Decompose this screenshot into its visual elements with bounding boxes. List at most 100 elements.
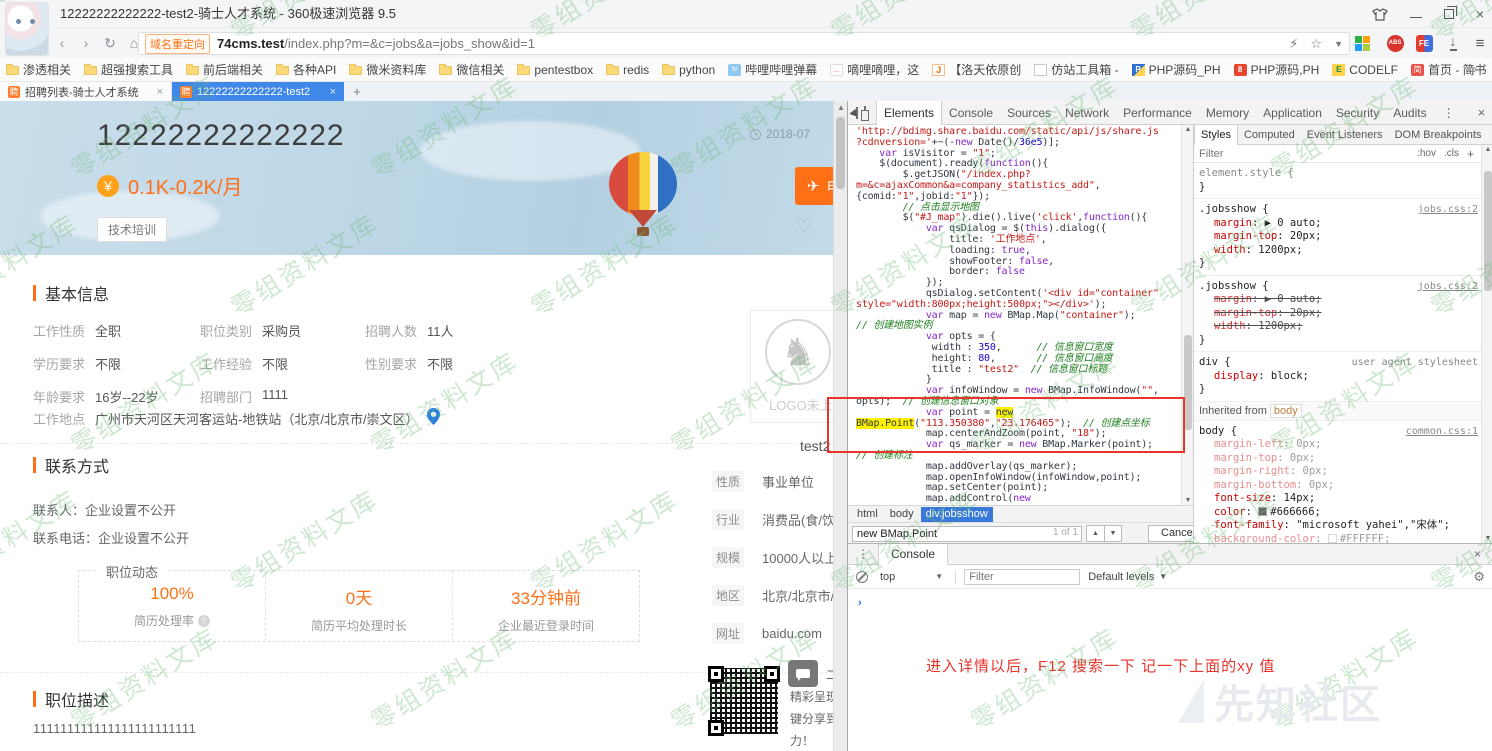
- bookmark-item[interactable]: python: [662, 63, 715, 77]
- inherited-from-node[interactable]: body: [1270, 404, 1302, 418]
- browser-tab-job-detail[interactable]: 聘 12222222222222-test2 ×: [172, 82, 344, 101]
- devtools-close-icon[interactable]: ×: [1478, 105, 1486, 120]
- css-property[interactable]: width: 1200px;: [1199, 320, 1478, 334]
- clear-console-icon[interactable]: [856, 571, 868, 583]
- console-menu-icon[interactable]: ⋮: [848, 547, 878, 561]
- apps-grid-icon[interactable]: [1352, 33, 1372, 53]
- styles-tab-dom-breakpoints[interactable]: DOM Breakpoints: [1389, 125, 1488, 145]
- console-close-icon[interactable]: ×: [1474, 547, 1492, 561]
- browser-tab-jobs-list[interactable]: 聘 招聘列表-骑士人才系统 ×: [0, 82, 172, 101]
- css-property[interactable]: font-size: 14px;: [1199, 492, 1478, 506]
- adblock-icon[interactable]: ABS: [1385, 33, 1405, 53]
- css-source-link[interactable]: common.css:1: [1406, 425, 1478, 439]
- fe-extension-icon[interactable]: FE: [1414, 33, 1434, 53]
- skin-shirt-icon[interactable]: [1372, 8, 1388, 21]
- wechat-share-icon[interactable]: [788, 660, 818, 687]
- styles-scrollbar[interactable]: ▲ ▼: [1481, 145, 1492, 543]
- domain-redirect-badge[interactable]: 域名重定向: [145, 34, 210, 54]
- minimize-button[interactable]: [1410, 17, 1422, 18]
- breadcrumb-item-html[interactable]: html: [852, 507, 883, 522]
- favorite-heart-icon[interactable]: ♡: [796, 216, 812, 237]
- css-property[interactable]: margin-right: 0px;: [1199, 465, 1478, 479]
- devtools-tab-performance[interactable]: Performance: [1116, 101, 1199, 125]
- css-property[interactable]: width: 1200px;: [1199, 244, 1478, 258]
- css-property[interactable]: background-color: #FFFFFF;: [1199, 533, 1478, 544]
- bookmark-item[interactable]: 哔哩哔哩弹幕: [728, 61, 817, 78]
- hover-state-toggle[interactable]: :hov: [1417, 148, 1436, 159]
- refresh-icon[interactable]: ↻: [100, 32, 120, 54]
- css-property[interactable]: margin-bottom: 0px;: [1199, 479, 1478, 493]
- device-toolbar-icon[interactable]: [864, 106, 866, 120]
- css-property[interactable]: color: #666666;: [1199, 506, 1478, 520]
- company-name[interactable]: test2: [800, 438, 830, 454]
- bookmark-item[interactable]: 微米资料库: [349, 61, 426, 78]
- css-source-link[interactable]: jobs.css:2: [1418, 280, 1478, 294]
- css-property[interactable]: margin: ▶ 0 auto;: [1199, 293, 1478, 307]
- css-property[interactable]: margin-top: 20px;: [1199, 230, 1478, 244]
- apply-job-button[interactable]: ✈ 申请: [795, 167, 833, 205]
- bookmark-item[interactable]: PHP源码,PH: [1234, 61, 1320, 78]
- console-tab[interactable]: Console: [878, 544, 948, 565]
- scrollbar-up-icon[interactable]: ▲: [1482, 146, 1492, 153]
- devtools-tab-console[interactable]: Console: [942, 101, 1000, 125]
- map-pin-icon[interactable]: [427, 408, 440, 428]
- code-pane[interactable]: 'http://bdimg.share.baidu.com/static/api…: [848, 125, 1181, 505]
- bookmark-item[interactable]: 前后端相关: [186, 61, 263, 78]
- css-property[interactable]: margin: ▶ 0 auto;: [1199, 217, 1478, 231]
- bookmark-item[interactable]: 微信相关: [439, 61, 504, 78]
- css-rule[interactable]: .jobsshow {jobs.css:2margin: ▶ 0 auto;ma…: [1194, 199, 1482, 276]
- bookmark-item[interactable]: 【洛天依原创: [932, 61, 1021, 78]
- browser-avatar[interactable]: [6, 3, 48, 55]
- css-rule[interactable]: .jobsshow {jobs.css:2margin: ▶ 0 auto;ma…: [1194, 276, 1482, 353]
- tab-close-icon[interactable]: ×: [157, 86, 163, 98]
- bookmark-item[interactable]: 嘀哩嘀哩，这: [830, 61, 919, 78]
- scrollbar-thumb[interactable]: [1484, 171, 1492, 291]
- styles-filter-input[interactable]: [1199, 148, 1319, 160]
- scrollbar-thumb[interactable]: [836, 117, 845, 189]
- devtools-tab-sources[interactable]: Sources: [1000, 101, 1058, 125]
- restore-button[interactable]: [1444, 9, 1454, 19]
- css-property[interactable]: margin-top: 20px;: [1199, 307, 1478, 321]
- styles-tab-properties[interactable]: Properties: [1487, 125, 1492, 145]
- devtools-tab-audits[interactable]: Audits: [1386, 101, 1433, 125]
- styles-tab-event-listeners[interactable]: Event Listeners: [1301, 125, 1389, 145]
- devtools-search-input[interactable]: [852, 526, 1082, 542]
- search-prev-icon[interactable]: ▲: [1086, 525, 1104, 542]
- dropdown-chevron-icon[interactable]: ▼: [1334, 39, 1343, 49]
- page-scrollbar[interactable]: ▲: [833, 101, 847, 751]
- css-property[interactable]: margin-top: 0px;: [1199, 452, 1478, 466]
- devtools-menu-icon[interactable]: ⋮: [1434, 106, 1464, 120]
- code-scrollbar[interactable]: ▲ ▼: [1181, 125, 1193, 505]
- styles-tab-computed[interactable]: Computed: [1238, 125, 1301, 145]
- console-body[interactable]: › 进入详情以后，F12 搜索一下 记一下上面的xy 值: [848, 589, 1492, 749]
- bookmark-item[interactable]: CODELF: [1332, 63, 1398, 77]
- bookmark-item[interactable]: 渗透相关: [6, 61, 71, 78]
- css-source-link[interactable]: user agent stylesheet: [1352, 356, 1478, 370]
- devtools-tab-memory[interactable]: Memory: [1199, 101, 1256, 125]
- styles-tab-styles[interactable]: Styles: [1194, 125, 1238, 145]
- bookmark-item[interactable]: PHP源码_PH: [1132, 61, 1221, 78]
- scrollbar-up-icon[interactable]: ▲: [834, 103, 848, 112]
- new-tab-button[interactable]: +: [344, 82, 370, 101]
- css-rule[interactable]: div {user agent stylesheetdisplay: block…: [1194, 352, 1482, 402]
- forward-icon[interactable]: ›: [76, 32, 96, 54]
- scrollbar-thumb[interactable]: [1184, 335, 1192, 430]
- devtools-tab-security[interactable]: Security: [1329, 101, 1386, 125]
- bookmark-item[interactable]: redis: [606, 63, 649, 77]
- inspect-element-icon[interactable]: [856, 107, 858, 119]
- breadcrumb-item-body[interactable]: body: [885, 507, 919, 522]
- bookmark-item[interactable]: pentestbox: [517, 63, 593, 77]
- devtools-tab-application[interactable]: Application: [1256, 101, 1329, 125]
- bookmark-star-icon[interactable]: ☆: [1310, 36, 1322, 52]
- search-next-icon[interactable]: ▼: [1104, 525, 1122, 542]
- css-property[interactable]: font-family: "microsoft yahei","宋体";: [1199, 519, 1478, 533]
- new-style-rule-icon[interactable]: +: [1467, 147, 1474, 161]
- css-rule[interactable]: element.style {}: [1194, 163, 1482, 199]
- browser-menu-icon[interactable]: ≡: [1470, 33, 1490, 53]
- css-rule[interactable]: body {common.css:1margin-left: 0px;margi…: [1194, 421, 1482, 544]
- help-icon[interactable]: ?: [198, 615, 210, 627]
- css-property[interactable]: margin-left: 0px;: [1199, 438, 1478, 452]
- css-property[interactable]: display: block;: [1199, 370, 1478, 384]
- close-button[interactable]: ×: [1476, 6, 1484, 22]
- console-settings-gear-icon[interactable]: ⚙: [1473, 569, 1485, 585]
